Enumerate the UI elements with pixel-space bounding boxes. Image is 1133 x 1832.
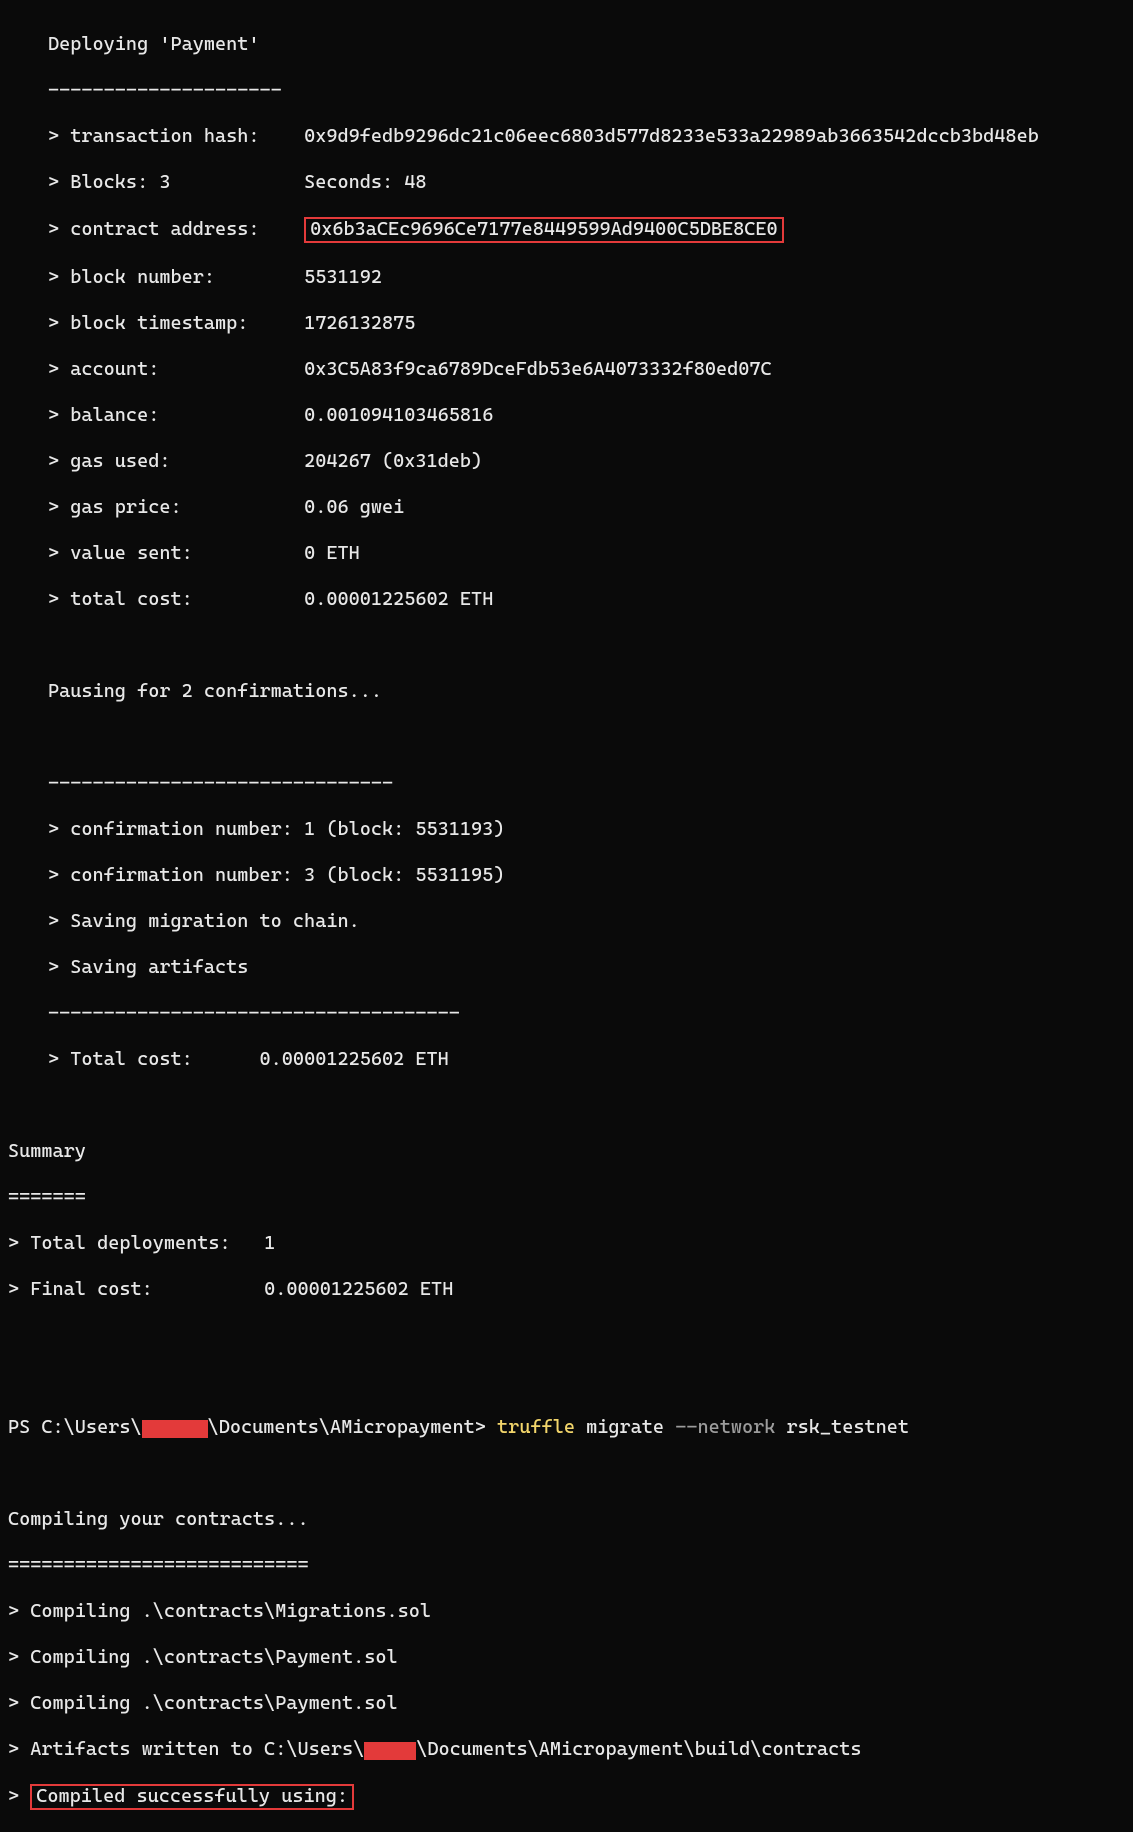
contract-address-highlight: 0x6b3aCEc9696Ce7177e8449599Ad9400C5DBE8C… <box>304 217 784 243</box>
account-value: 0x3C5A83f9ca6789DceFdb53e6A4073332f80ed0… <box>304 358 772 381</box>
deploy-title: Deploying 'Payment' <box>48 33 1125 56</box>
contract-address-label: > contract address: <box>48 218 304 241</box>
prompt-path-part1: PS C:\Users\ <box>8 1416 142 1438</box>
saving-migration: > Saving migration to chain. <box>48 910 1125 933</box>
total-cost2-label: > Total cost: <box>48 1048 260 1071</box>
prompt-path-part2: \Documents\AMicropayment> <box>208 1416 497 1438</box>
prompt-row[interactable]: PS C:\Users\ \Documents\AMicropayment> tr… <box>8 1416 1125 1439</box>
gas-used-value: 204267 (0x31deb) <box>304 450 482 473</box>
balance-label: > balance: <box>48 404 304 427</box>
tx-hash-value: 0x9d9fedb9296dc21c06eec6803d577d8233e533… <box>304 125 1039 148</box>
gas-price-value: 0.06 gwei <box>304 496 404 519</box>
final-cost-value: 0.00001225602 ETH <box>264 1278 453 1301</box>
block-timestamp-value: 1726132875 <box>304 312 415 335</box>
compiling-rule: =========================== <box>8 1554 1125 1577</box>
summary-rule: ======= <box>8 1186 1125 1209</box>
block-number-row: > block number: 5531192 <box>48 266 1125 289</box>
redacted-username <box>364 1742 416 1760</box>
compile-line-2: > Compiling .\contracts\Payment.sol <box>8 1646 1125 1669</box>
compiled-success-row: > Compiled successfully using: <box>8 1784 1125 1810</box>
block-timestamp-row: > block timestamp: 1726132875 <box>48 312 1125 335</box>
total-deployments-value: 1 <box>264 1232 275 1255</box>
compiling-title: Compiling your contracts... <box>8 1508 1125 1531</box>
total-cost2-value: 0.00001225602 ETH <box>260 1048 449 1071</box>
gas-used-row: > gas used: 204267 (0x31deb) <box>48 450 1125 473</box>
total-cost2-row: > Total cost: 0.00001225602 ETH <box>48 1048 1125 1071</box>
compile-line-1: > Compiling .\contracts\Migrations.sol <box>8 1600 1125 1623</box>
artifacts-pre: > Artifacts written to C:\Users\ <box>8 1738 364 1760</box>
command-network: rsk_testnet <box>775 1416 909 1438</box>
total-deployments-row: > Total deployments: 1 <box>8 1232 1125 1255</box>
total-deployments-label: > Total deployments: <box>8 1232 264 1255</box>
account-row: > account: 0x3C5A83f9ca6789DceFdb53e6A40… <box>48 358 1125 381</box>
rule: ------------------------------------- <box>48 1002 1125 1025</box>
gas-price-label: > gas price: <box>48 496 304 519</box>
value-sent-value: 0 ETH <box>304 542 360 565</box>
gas-price-row: > gas price: 0.06 gwei <box>48 496 1125 519</box>
compile-line-3: > Compiling .\contracts\Payment.sol <box>8 1692 1125 1715</box>
artifacts-post: \Documents\AMicropayment\build\contracts <box>416 1738 861 1760</box>
command-migrate: migrate <box>575 1416 675 1438</box>
saving-artifacts: > Saving artifacts <box>48 956 1125 979</box>
compiled-success-text: Compiled successfully using: <box>36 1785 348 1807</box>
summary-title: Summary <box>8 1140 1125 1163</box>
blocks-row: > Blocks: 3 Seconds: 48 <box>48 171 1125 194</box>
contract-address-value: 0x6b3aCEc9696Ce7177e8449599Ad9400C5DBE8C… <box>310 219 778 239</box>
final-cost-row: > Final cost: 0.00001225602 ETH <box>8 1278 1125 1301</box>
total-cost-label: > total cost: <box>48 588 304 611</box>
gas-used-label: > gas used: <box>48 450 304 473</box>
rule: --------------------- <box>48 79 1125 102</box>
command-truffle: truffle <box>497 1416 575 1438</box>
compiled-success-prefix: > <box>8 1785 30 1807</box>
value-sent-row: > value sent: 0 ETH <box>48 542 1125 565</box>
rule: ------------------------------- <box>48 772 1125 795</box>
blocks-label: > Blocks: 3 <box>48 171 304 194</box>
total-cost-value: 0.00001225602 ETH <box>304 588 493 611</box>
confirmation-2: > confirmation number: 3 (block: 5531195… <box>48 864 1125 887</box>
tx-hash-label: > transaction hash: <box>48 125 304 148</box>
block-number-label: > block number: <box>48 266 304 289</box>
value-sent-label: > value sent: <box>48 542 304 565</box>
seconds-value: Seconds: 48 <box>304 171 426 194</box>
final-cost-label: > Final cost: <box>8 1278 264 1301</box>
block-timestamp-label: > block timestamp: <box>48 312 304 335</box>
terminal-output[interactable]: Deploying 'Payment' --------------------… <box>0 0 1133 1832</box>
tx-hash-row: > transaction hash: 0x9d9fedb9296dc21c06… <box>48 125 1125 148</box>
balance-row: > balance: 0.001094103465816 <box>48 404 1125 427</box>
command-flag: --network <box>675 1416 775 1438</box>
compiled-success-highlight: Compiled successfully using: <box>30 1784 354 1810</box>
block-number-value: 5531192 <box>304 266 382 289</box>
pausing-text: Pausing for 2 confirmations... <box>48 680 1125 703</box>
artifacts-row: > Artifacts written to C:\Users\ \Documen… <box>8 1738 1125 1761</box>
balance-value: 0.001094103465816 <box>304 404 493 427</box>
redacted-username <box>142 1420 208 1438</box>
account-label: > account: <box>48 358 304 381</box>
contract-address-row: > contract address: 0x6b3aCEc9696Ce7177e… <box>48 217 1125 243</box>
confirmation-1: > confirmation number: 1 (block: 5531193… <box>48 818 1125 841</box>
total-cost-row: > total cost: 0.00001225602 ETH <box>48 588 1125 611</box>
